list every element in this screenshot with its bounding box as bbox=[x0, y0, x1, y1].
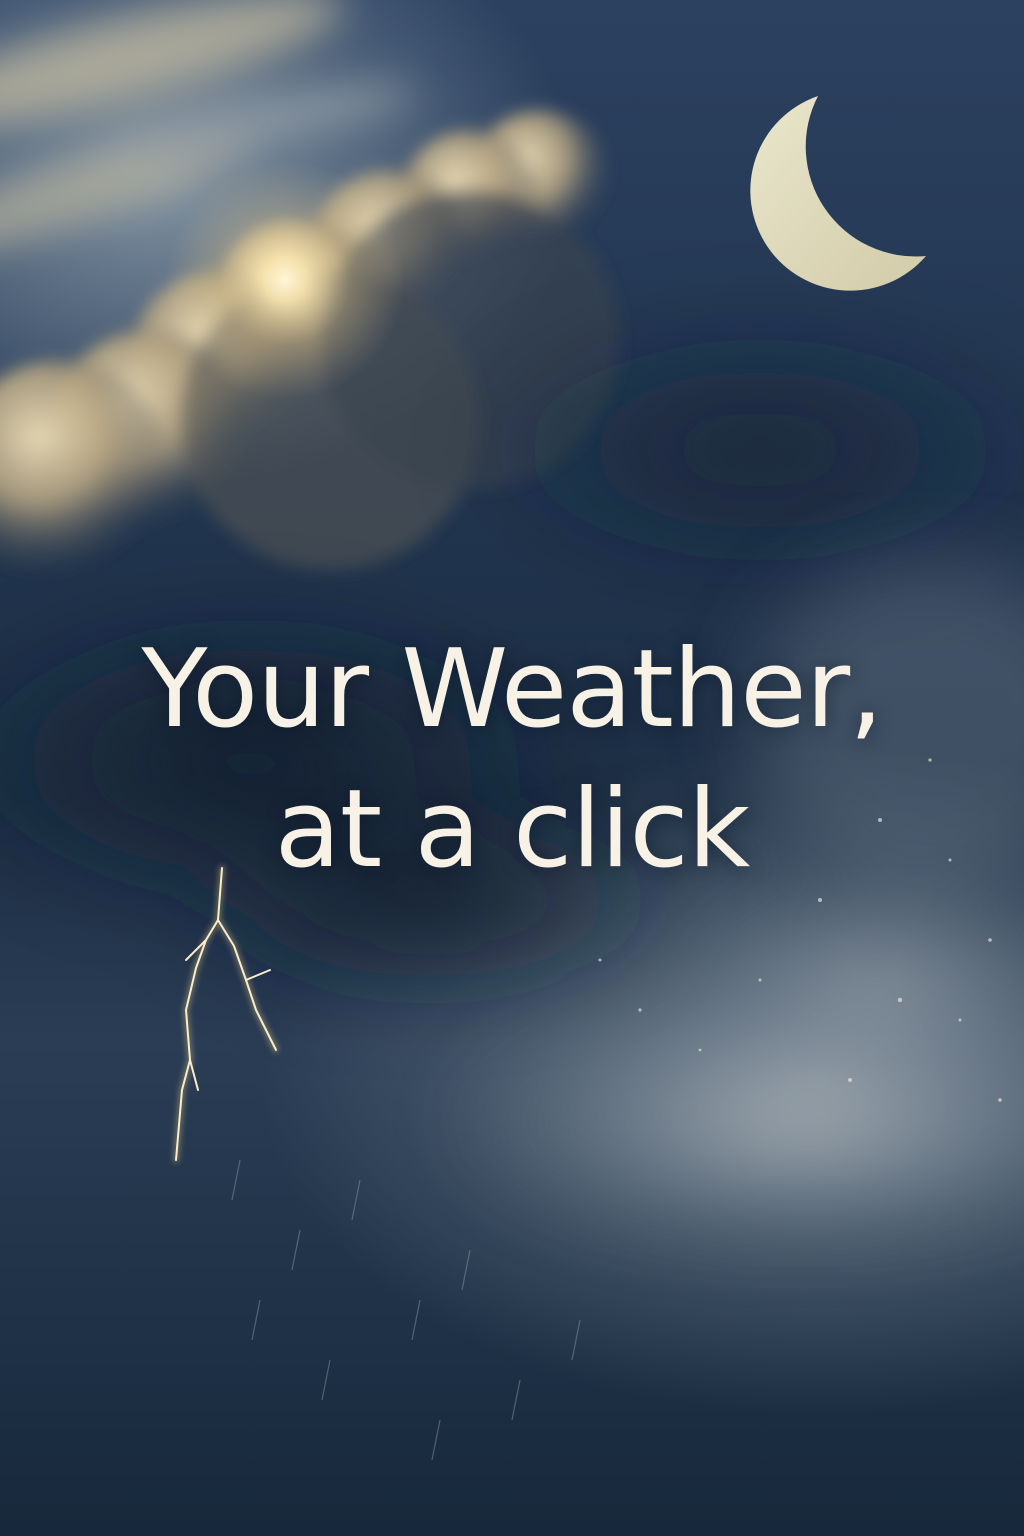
weather-poster: Your Weather, at a click bbox=[0, 0, 1024, 1536]
headline-line-2: at a click bbox=[274, 767, 751, 892]
headline-line-1: Your Weather, bbox=[141, 627, 884, 752]
crescent-moon bbox=[750, 96, 926, 291]
rain-streaks bbox=[231, 1159, 581, 1461]
sun-glow bbox=[165, 160, 405, 400]
headline: Your Weather, at a click bbox=[0, 620, 1024, 900]
